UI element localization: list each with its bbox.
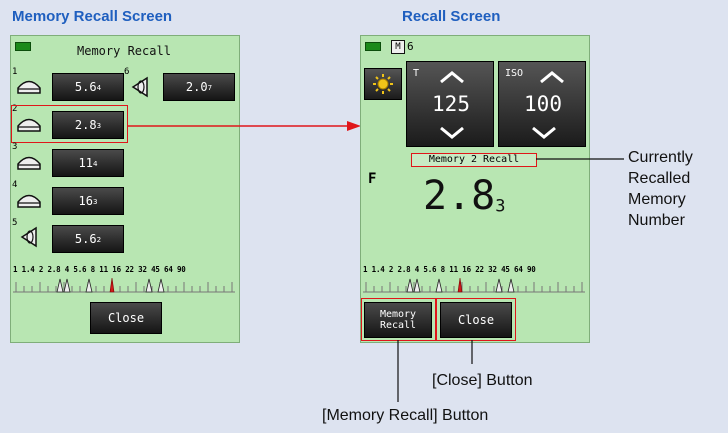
callout-lines	[397, 158, 624, 402]
recalled-memory-callout: Currently Recalled Memory Number	[628, 149, 693, 229]
close-button-callout: [Close] Button	[432, 372, 533, 389]
memory-recall-button-callout: [Memory Recall] Button	[322, 407, 489, 424]
